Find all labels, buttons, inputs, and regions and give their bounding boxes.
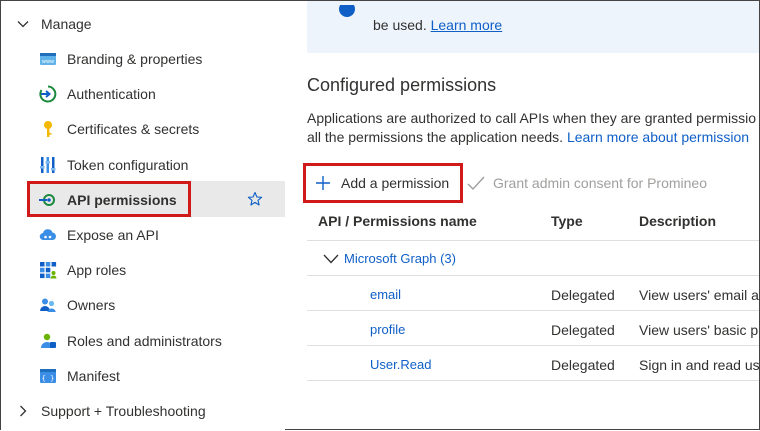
sidebar-item-expose-an-api[interactable]: Expose an API	[1, 218, 285, 252]
svg-text:{ }: { }	[42, 375, 55, 383]
sidebar: Manage www Branding & properties Authent…	[1, 1, 285, 431]
permission-description: View users' basic p	[639, 322, 759, 338]
permission-type: Delegated	[551, 357, 615, 373]
sidebar-item-label: Token configuration	[67, 157, 189, 173]
chevron-down-icon	[17, 21, 29, 28]
roles-icon	[41, 333, 56, 348]
support-section-toggle[interactable]: Support + Troubleshooting	[1, 394, 285, 428]
sidebar-item-owners[interactable]: Owners	[1, 288, 285, 322]
column-header-name[interactable]: API / Permissions name	[318, 213, 477, 229]
sidebar-item-branding[interactable]: www Branding & properties	[1, 42, 285, 76]
info-banner-text: be used. Learn more	[373, 17, 503, 33]
sidebar-item-token-configuration[interactable]: Token configuration	[1, 148, 285, 182]
manage-label: Manage	[41, 16, 92, 32]
sidebar-item-label: Authentication	[67, 86, 156, 102]
permission-description: View users' email a	[639, 287, 759, 303]
app-roles-icon	[40, 262, 57, 279]
sidebar-item-label: Roles and administrators	[67, 333, 222, 349]
info-banner: be used. Learn more	[307, 1, 759, 53]
divider	[307, 380, 759, 381]
svg-text:www: www	[42, 59, 54, 65]
description: Applications are authorized to call APIs…	[307, 110, 757, 145]
token-icon	[40, 157, 56, 173]
manifest-icon: { }	[40, 369, 56, 383]
sidebar-item-roles-and-administrators[interactable]: Roles and administrators	[1, 324, 285, 358]
sidebar-item-app-roles[interactable]: App roles	[1, 253, 285, 287]
sidebar-item-manifest[interactable]: { } Manifest	[1, 359, 285, 393]
permission-description: Sign in and read us	[639, 357, 759, 373]
checkmark-icon	[467, 176, 485, 191]
permission-name-link[interactable]: User.Read	[370, 357, 431, 372]
sidebar-item-authentication[interactable]: Authentication	[1, 77, 285, 111]
favorite-star-icon[interactable]	[247, 191, 263, 207]
sidebar-item-label: Expose an API	[67, 227, 159, 243]
permission-type: Delegated	[551, 287, 615, 303]
manage-section-toggle[interactable]: Manage	[1, 7, 285, 41]
column-header-description[interactable]: Description	[639, 213, 716, 229]
highlight-box	[303, 163, 463, 203]
sidebar-item-label: Certificates & secrets	[67, 121, 200, 137]
chevron-right-icon	[20, 405, 27, 417]
group-label: Microsoft Graph (3)	[344, 251, 456, 266]
authentication-icon	[39, 85, 57, 103]
table-row: profile Delegated View users' basic p	[307, 311, 759, 345]
sidebar-item-label: Manifest	[67, 368, 120, 384]
cloud-icon	[39, 229, 56, 241]
permission-type: Delegated	[551, 322, 615, 338]
learn-more-permissions-link[interactable]: Learn more about permission	[567, 129, 749, 145]
info-icon	[339, 5, 355, 17]
table-row: email Delegated View users' email a	[307, 276, 759, 310]
group-row-microsoft-graph[interactable]: Microsoft Graph (3)	[307, 241, 759, 275]
learn-more-link[interactable]: Learn more	[431, 17, 503, 33]
owners-icon	[40, 298, 56, 312]
grant-admin-consent-label: Grant admin consent for Promineo	[493, 175, 707, 191]
sidebar-item-label: Branding & properties	[67, 51, 203, 67]
column-header-type[interactable]: Type	[551, 213, 583, 229]
chevron-down-icon	[323, 254, 339, 264]
page-title: Configured permissions	[307, 75, 497, 95]
permission-name-link[interactable]: email	[370, 287, 401, 302]
sidebar-item-certificates[interactable]: Certificates & secrets	[1, 112, 285, 146]
highlight-box	[27, 181, 191, 217]
sidebar-item-label: App roles	[67, 262, 127, 278]
sidebar-item-label: Owners	[67, 297, 116, 313]
key-icon	[44, 121, 52, 137]
permission-name-link[interactable]: profile	[370, 322, 405, 337]
grant-admin-consent-button[interactable]: Grant admin consent for Promineo	[467, 171, 707, 195]
table-row: User.Read Delegated Sign in and read us	[307, 346, 759, 380]
support-label: Support + Troubleshooting	[41, 403, 206, 419]
main-content: be used. Learn more Configured permissio…	[285, 1, 759, 431]
branding-icon: www	[40, 53, 56, 65]
